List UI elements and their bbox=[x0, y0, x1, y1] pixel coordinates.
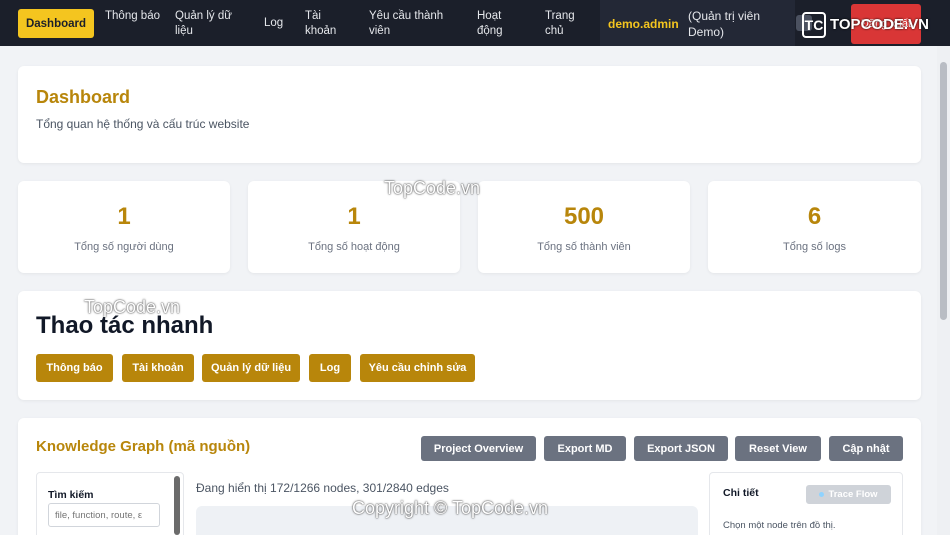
quick-edit-requests-button[interactable]: Yêu cầu chỉnh sửa bbox=[360, 354, 475, 382]
watermark-logo: TC TOPCODE.VN bbox=[802, 12, 929, 38]
nav-item-accounts[interactable]: Tài khoản bbox=[305, 9, 350, 39]
trace-dot-icon bbox=[819, 492, 825, 497]
page-subtitle: Tổng quan hệ thống và cấu trúc website bbox=[36, 117, 250, 131]
watermark-logo-text: TOPCODE.VN bbox=[830, 16, 929, 33]
quick-notifications-button[interactable]: Thông báo bbox=[36, 354, 113, 382]
quick-accounts-button[interactable]: Tài khoản bbox=[122, 354, 194, 382]
nav-item-member-requests[interactable]: Yêu cầu thành viên bbox=[369, 9, 457, 39]
trace-flow-button[interactable]: Trace Flow bbox=[806, 485, 891, 504]
stat-value: 6 bbox=[807, 203, 822, 230]
nav-item-home[interactable]: Trang chủ bbox=[545, 9, 590, 39]
nav-item-data-management[interactable]: Quản lý dữ liệu bbox=[175, 9, 247, 39]
quick-data-management-button[interactable]: Quản lý dữ liệu bbox=[202, 354, 300, 382]
user-role: (Quản trị viên Demo) bbox=[688, 9, 761, 39]
stat-card-users: 1 Tổng số người dùng bbox=[18, 181, 230, 273]
watermark-logo-icon: TC bbox=[802, 12, 826, 38]
user-name: demo.admin bbox=[608, 17, 679, 31]
nav-item-log[interactable]: Log bbox=[264, 16, 283, 31]
nav-item-notifications[interactable]: Thông báo bbox=[105, 9, 160, 24]
stat-label: Tổng số thành viên bbox=[537, 241, 631, 253]
quick-log-button[interactable]: Log bbox=[309, 354, 351, 382]
stat-value: 1 bbox=[347, 203, 361, 230]
search-input[interactable] bbox=[48, 503, 160, 527]
page-scrollbar-thumb[interactable] bbox=[940, 62, 947, 320]
knowledge-graph-title: Knowledge Graph (mã nguồn) bbox=[36, 438, 251, 455]
detail-hint: Chọn một node trên đồ thị. bbox=[723, 520, 836, 531]
update-button[interactable]: Cập nhật bbox=[829, 436, 903, 461]
stat-label: Tổng số hoạt động bbox=[308, 241, 400, 253]
dashboard-header-card bbox=[18, 66, 921, 163]
stat-label: Tổng số người dùng bbox=[74, 241, 174, 253]
search-label: Tìm kiếm bbox=[48, 489, 94, 501]
stat-value: 1 bbox=[117, 203, 131, 230]
nav-item-dashboard[interactable]: Dashboard bbox=[18, 9, 94, 38]
stat-card-members: 500 Tổng số thành viên bbox=[478, 181, 690, 273]
panel-scrollbar[interactable] bbox=[174, 476, 180, 535]
nav-item-activity[interactable]: Hoạt động bbox=[477, 9, 522, 39]
export-md-button[interactable]: Export MD bbox=[544, 436, 626, 461]
watermark-copyright: Copyright © TopCode.vn bbox=[352, 498, 549, 518]
export-json-button[interactable]: Export JSON bbox=[634, 436, 728, 461]
reset-view-button[interactable]: Reset View bbox=[735, 436, 821, 461]
graph-status-text: Đang hiển thị 172/1266 nodes, 301/2840 e… bbox=[196, 481, 449, 495]
page-title: Dashboard bbox=[36, 87, 131, 107]
project-overview-button[interactable]: Project Overview bbox=[421, 436, 536, 461]
detail-title: Chi tiết bbox=[723, 487, 759, 499]
stat-label: Tổng số logs bbox=[783, 241, 846, 253]
trace-flow-label: Trace Flow bbox=[828, 489, 878, 500]
watermark-text: TopCode.vn bbox=[84, 297, 181, 317]
watermark-text: TopCode.vn bbox=[384, 178, 481, 198]
stat-value: 500 bbox=[563, 203, 605, 230]
stat-card-logs: 6 Tổng số logs bbox=[708, 181, 921, 273]
